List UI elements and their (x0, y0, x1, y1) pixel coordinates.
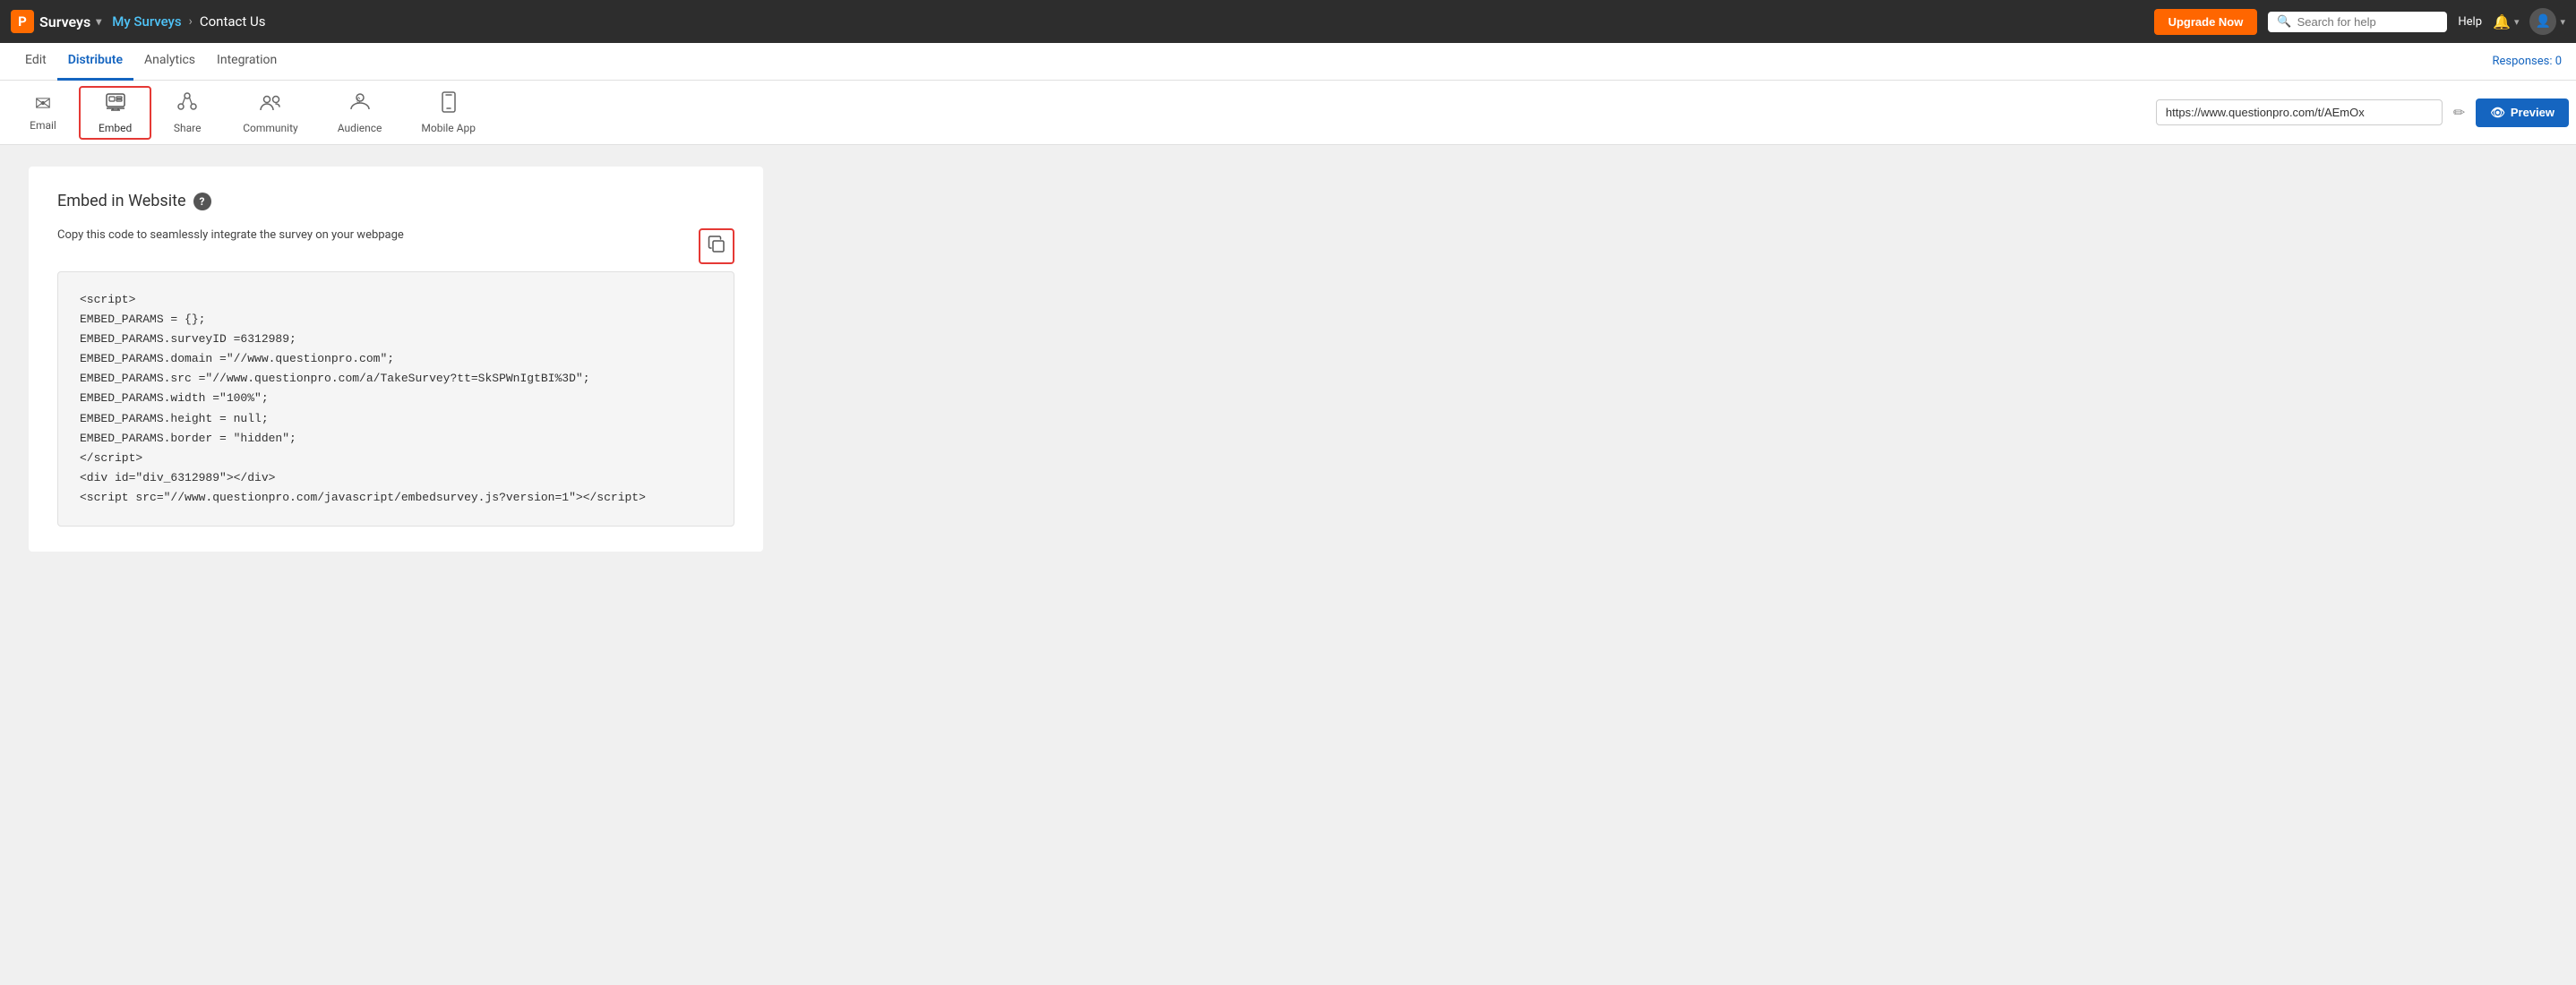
responses-badge: Responses: 0 (2493, 55, 2563, 68)
email-icon: ✉ (35, 93, 51, 116)
help-link[interactable]: Help (2458, 15, 2482, 29)
audience-icon: $ (348, 91, 372, 118)
code-block: <script> EMBED_PARAMS = {}; EMBED_PARAMS… (57, 271, 734, 527)
copy-button[interactable] (699, 228, 734, 264)
search-icon: 🔍 (2277, 15, 2291, 29)
tab-edit[interactable]: Edit (14, 43, 57, 81)
breadcrumb-current: Contact Us (200, 13, 266, 30)
tab-analytics[interactable]: Analytics (133, 43, 206, 81)
tool-share[interactable]: Share (151, 86, 223, 140)
bell-chevron: ▾ (2514, 16, 2520, 28)
svg-text:$: $ (356, 97, 361, 105)
edit-url-button[interactable]: ✏ (2450, 100, 2469, 125)
breadcrumb: My Surveys › Contact Us (112, 13, 265, 30)
app-name: Surveys (39, 13, 90, 30)
tool-audience[interactable]: $ Audience (318, 86, 402, 140)
help-circle-icon[interactable]: ? (193, 193, 211, 210)
search-box[interactable]: 🔍 (2268, 12, 2447, 32)
tool-mobileapp-label: Mobile App (421, 122, 476, 134)
copy-description: Copy this code to seamlessly integrate t… (57, 228, 404, 242)
tool-embed[interactable]: Embed (79, 86, 151, 140)
tool-audience-label: Audience (338, 122, 382, 134)
top-nav: P Surveys ▾ My Surveys › Contact Us Upgr… (0, 0, 2576, 43)
notifications-group: 🔔 ▾ (2493, 13, 2519, 30)
breadcrumb-separator: › (189, 14, 193, 29)
tab-integration[interactable]: Integration (206, 43, 288, 81)
copy-icon (707, 235, 726, 259)
tool-embed-label: Embed (99, 122, 132, 134)
share-icon (176, 91, 198, 118)
mobileapp-icon (440, 91, 458, 118)
bell-icon[interactable]: 🔔 (2493, 13, 2511, 30)
user-avatar[interactable]: 👤 (2529, 8, 2556, 35)
second-nav: Edit Distribute Analytics Integration Re… (0, 43, 2576, 81)
embed-title: Embed in Website ? (57, 192, 734, 210)
search-input[interactable] (2297, 15, 2439, 29)
app-logo[interactable]: P Surveys ▾ (11, 10, 101, 33)
tool-mobileapp[interactable]: Mobile App (401, 86, 495, 140)
dropdown-chevron: ▾ (96, 15, 101, 28)
eye-icon: 👁 (2490, 106, 2505, 120)
copy-row: Copy this code to seamlessly integrate t… (57, 228, 734, 264)
tool-share-label: Share (174, 122, 202, 134)
tool-community-label: Community (243, 122, 297, 134)
survey-url-input[interactable] (2156, 99, 2443, 125)
logo-icon: P (11, 10, 34, 33)
user-menu-group: 👤 ▾ (2529, 8, 2565, 35)
embed-card: Embed in Website ? Copy this code to sea… (29, 167, 763, 552)
my-surveys-link[interactable]: My Surveys (112, 13, 181, 30)
embed-icon (105, 91, 126, 118)
tab-distribute[interactable]: Distribute (57, 43, 133, 81)
main-content: Embed in Website ? Copy this code to sea… (0, 145, 2576, 985)
tool-email[interactable]: ✉ Email (7, 86, 79, 140)
tool-email-label: Email (30, 119, 56, 132)
url-bar-area: ✏ 👁 Preview (2156, 98, 2569, 127)
community-icon (258, 91, 283, 118)
tool-community[interactable]: Community (223, 86, 317, 140)
upgrade-button[interactable]: Upgrade Now (2154, 9, 2258, 35)
avatar-chevron: ▾ (2560, 16, 2565, 28)
preview-button[interactable]: 👁 Preview (2476, 98, 2569, 127)
third-nav: ✉ Email Embed (0, 81, 2576, 145)
